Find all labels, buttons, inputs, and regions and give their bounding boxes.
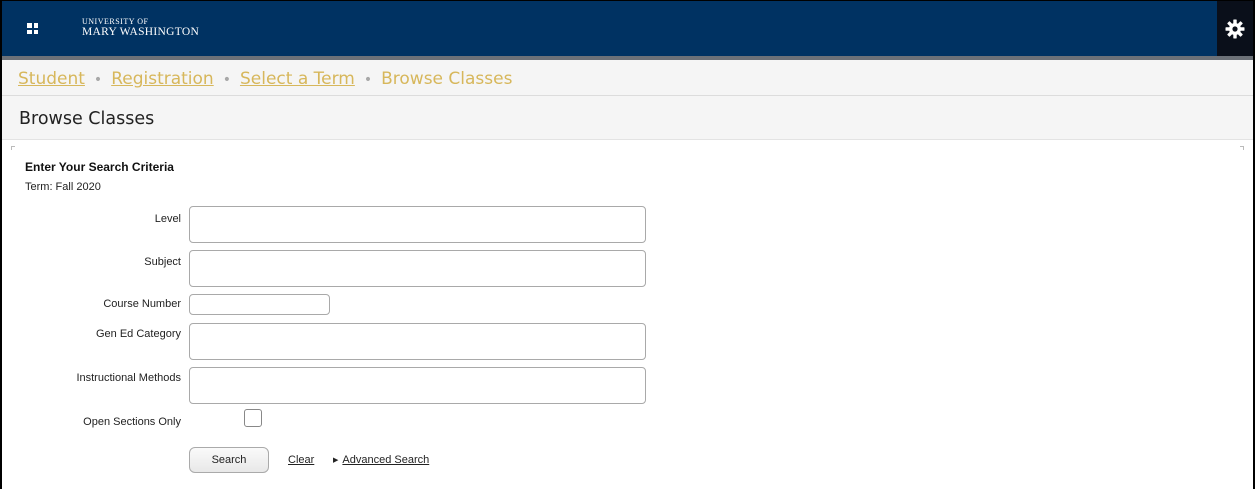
instructional-methods-label: Instructional Methods bbox=[76, 372, 181, 384]
search-button[interactable]: Search bbox=[189, 447, 269, 473]
top-navigation-bar: UNIVERSITY OF MARY WASHINGTON bbox=[2, 1, 1253, 56]
panel-corner bbox=[11, 146, 15, 150]
breadcrumb-current: Browse Classes bbox=[381, 69, 513, 89]
clear-link[interactable]: Clear bbox=[288, 454, 314, 466]
level-label: Level bbox=[154, 213, 181, 225]
breadcrumb-separator: • bbox=[363, 72, 373, 88]
breadcrumb-select-term[interactable]: Select a Term bbox=[240, 69, 355, 89]
gen-ed-field[interactable] bbox=[189, 323, 646, 360]
logo-line-1: UNIVERSITY OF bbox=[82, 17, 149, 26]
breadcrumb-separator: • bbox=[222, 72, 231, 88]
course-number-label: Course Number bbox=[103, 298, 181, 310]
triangle-right-icon: ▶ bbox=[333, 457, 339, 464]
course-number-field[interactable] bbox=[189, 294, 330, 315]
settings-button[interactable] bbox=[1217, 1, 1253, 56]
open-sections-checkbox[interactable] bbox=[244, 409, 262, 427]
subject-label: Subject bbox=[144, 256, 181, 268]
instructional-methods-field[interactable] bbox=[189, 367, 646, 404]
level-field[interactable] bbox=[189, 206, 646, 243]
gen-ed-label: Gen Ed Category bbox=[96, 328, 181, 340]
breadcrumb: Student • Registration • Select a Term • Brows… bbox=[2, 60, 1253, 96]
panel-corner bbox=[1240, 146, 1244, 150]
breadcrumb-student[interactable]: Student bbox=[18, 69, 85, 89]
page-title: Browse Classes bbox=[2, 96, 1253, 140]
subject-field[interactable] bbox=[189, 250, 646, 287]
breadcrumb-separator: • bbox=[93, 72, 103, 88]
breadcrumb-registration[interactable]: Registration bbox=[111, 69, 214, 89]
university-logo[interactable]: UNIVERSITY OF MARY WASHINGTON bbox=[82, 18, 199, 39]
open-sections-label: Open Sections Only bbox=[83, 416, 181, 428]
gear-icon bbox=[1225, 19, 1245, 39]
advanced-search-link[interactable]: ▶ Advanced Search bbox=[333, 454, 429, 466]
grid-icon[interactable] bbox=[27, 23, 38, 34]
logo-line-2: MARY WASHINGTON bbox=[82, 26, 200, 38]
search-criteria-heading: Enter Your Search Criteria bbox=[25, 160, 174, 174]
advanced-search-label: Advanced Search bbox=[342, 454, 430, 466]
term-label: Term: Fall 2020 bbox=[25, 181, 101, 193]
